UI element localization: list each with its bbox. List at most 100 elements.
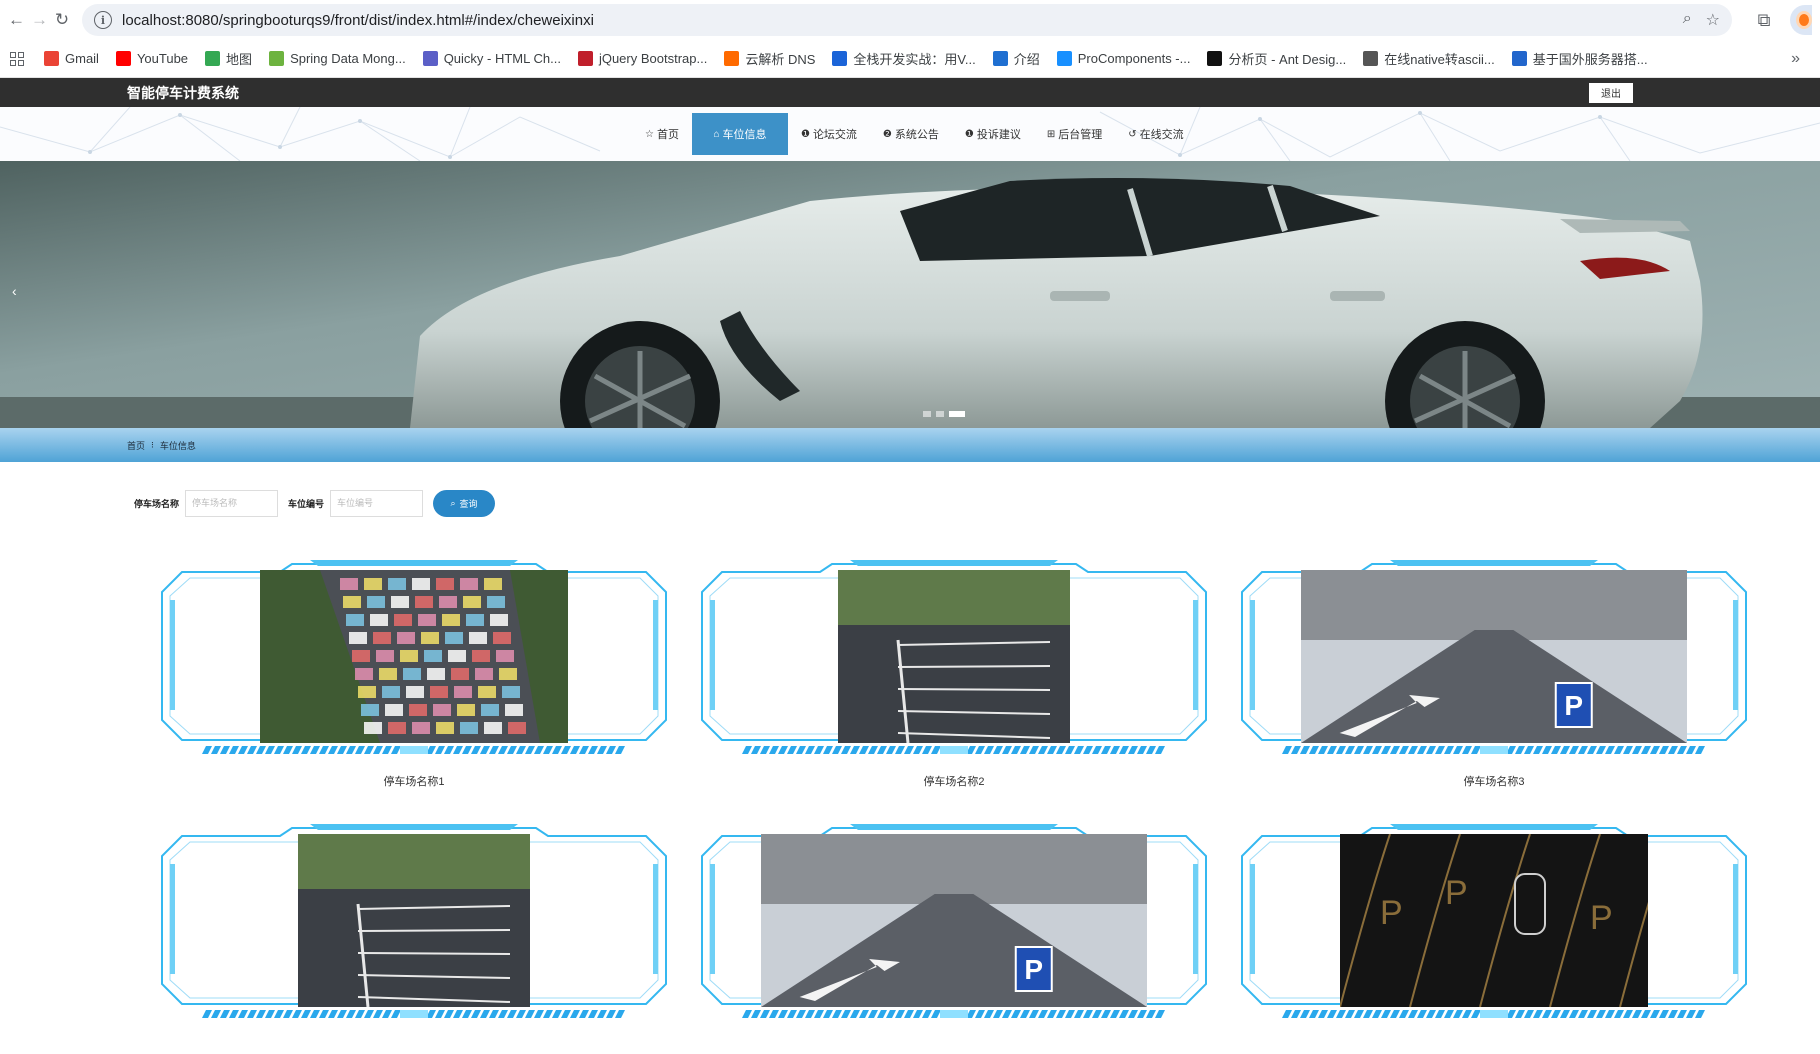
bookmark-label: 地图 [226, 52, 253, 67]
quicky-icon [422, 51, 438, 66]
apps-grid-icon[interactable] [10, 51, 24, 66]
svg-text:P: P [1590, 899, 1613, 937]
search-form: 停车场名称 车位编号 ⌕ 查询 [0, 483, 1820, 523]
street-parking-image: P [761, 834, 1147, 1007]
bookmark-label: jQuery Bootstrap... [598, 51, 708, 66]
nav-item-0[interactable]: ☆ 首页 [632, 113, 692, 155]
nav-item-5[interactable]: ⊞ 后台管理 [1034, 113, 1115, 155]
parking-photo[interactable] [260, 570, 568, 743]
bookmark-label: 云解析 DNS [745, 52, 816, 67]
bookmark-item[interactable]: 云解析 DNS [724, 49, 815, 68]
nav-icon: ↺ [1128, 128, 1137, 140]
bookmark-label: Quicky - HTML Ch... [443, 51, 561, 66]
logout-button[interactable]: 退出 [1589, 82, 1633, 103]
parking-name-caption[interactable]: 停车场名称1 [160, 773, 668, 789]
site-info-icon[interactable]: i [94, 11, 112, 29]
maps-icon [205, 51, 221, 66]
parking-card[interactable]: P 停车场名称3 [1240, 560, 1748, 790]
url-text[interactable]: localhost:8080/springbooturqs9/front/dis… [122, 12, 1683, 29]
search-button[interactable]: ⌕ 查询 [433, 489, 496, 517]
more-bookmarks-icon[interactable]: » [1791, 50, 1800, 68]
breadcrumb-home[interactable]: 首页 [127, 439, 145, 452]
nav-icon: ❶ [800, 128, 810, 140]
nav-icon: ❶ [964, 128, 974, 140]
parking-photo[interactable]: P [761, 834, 1147, 1007]
spring-icon [269, 51, 285, 66]
nav-item-1[interactable]: ⌂ 车位信息 [691, 113, 788, 155]
nav-icon: ⊞ [1046, 128, 1056, 140]
asphalt-parking-lot-image [838, 570, 1070, 743]
nav-label: 后台管理 [1058, 129, 1103, 141]
nav-item-6[interactable]: ↺ 在线交流 [1115, 113, 1196, 155]
bookmark-item[interactable]: jQuery Bootstrap... [577, 51, 708, 66]
bookmark-item[interactable]: 基于国外服务器搭... [1511, 49, 1648, 68]
bookmark-label: 基于国外服务器搭... [1532, 52, 1648, 67]
browser-toolbar: ← → ↻ i localhost:8080/springbooturqs9/f… [0, 0, 1820, 40]
parking-card[interactable]: PPP [1240, 824, 1748, 1054]
parking-photo[interactable] [838, 570, 1070, 743]
bookmark-label: 在线native转ascii... [1384, 52, 1495, 67]
car-banner-image [0, 161, 1820, 428]
site-topbar: 智能停车计费系统 退出 [0, 78, 1820, 107]
parking-card[interactable]: P [700, 824, 1208, 1054]
bookmark-item[interactable]: 介绍 [992, 49, 1040, 68]
parking-name-caption[interactable]: 停车场名称3 [1240, 773, 1748, 789]
parking-card[interactable]: 停车场名称2 [700, 560, 1208, 790]
search-button-label: 查询 [459, 498, 478, 509]
nav-label: 论坛交流 [812, 129, 857, 141]
site-title: 智能停车计费系统 [127, 84, 239, 101]
carousel-dot-active[interactable] [949, 411, 965, 417]
youtube-icon [115, 51, 131, 66]
carousel-dot[interactable] [936, 411, 944, 417]
nav-item-3[interactable]: ❷ 系统公告 [870, 113, 952, 155]
parking-photo[interactable]: P [1301, 570, 1687, 743]
parking-card[interactable]: 停车场名称1 [160, 560, 668, 790]
forward-arrow-icon[interactable]: → [31, 6, 48, 34]
back-arrow-icon[interactable]: ← [8, 6, 25, 34]
bookmark-item[interactable]: YouTube [115, 51, 189, 66]
svg-text:P: P [1024, 954, 1043, 985]
parking-photo[interactable] [298, 834, 530, 1007]
nav-item-2[interactable]: ❶ 论坛交流 [788, 113, 870, 155]
carousel-indicators [923, 411, 965, 417]
zoom-icon[interactable]: ⌕ [1683, 10, 1692, 30]
svg-text:P: P [1380, 894, 1403, 932]
carousel-dot[interactable] [923, 411, 931, 417]
parking-card[interactable] [160, 824, 668, 1054]
bookmark-star-icon[interactable]: ☆ [1706, 10, 1720, 30]
space-number-input[interactable] [330, 489, 424, 517]
breadcrumb: 首页 ⁝ 车位信息 [0, 428, 1820, 462]
nav-label: 在线交流 [1139, 129, 1184, 141]
globe-icon [992, 51, 1008, 66]
nav-icon: ☆ [645, 128, 654, 140]
parking-photo[interactable]: PPP [1340, 834, 1648, 1007]
carousel-prev-icon[interactable]: ‹ [12, 283, 17, 299]
bookmarks-bar: Gmail YouTube 地图 Spring Data Mong... Quicky … [0, 40, 1820, 78]
reload-icon[interactable]: ↻ [54, 6, 70, 34]
bookmark-item[interactable]: ProComponents -... [1056, 51, 1191, 66]
nav-item-4[interactable]: ❶ 投诉建议 [952, 113, 1034, 155]
svg-text:P: P [1445, 874, 1468, 912]
parking-name-caption[interactable]: 停车场名称2 [700, 773, 1208, 789]
bookmark-item[interactable]: 地图 [205, 49, 252, 68]
bookmark-label: ProComponents -... [1077, 51, 1191, 66]
bookmark-item[interactable]: 在线native转ascii... [1363, 49, 1495, 68]
bookmark-item[interactable]: Spring Data Mong... [269, 51, 406, 66]
profile-avatar[interactable] [1790, 5, 1812, 35]
bookmark-item[interactable]: Quicky - HTML Ch... [422, 51, 561, 66]
bookmark-item[interactable]: Gmail [44, 51, 99, 66]
night-parking-p-image: PPP [1340, 834, 1648, 1007]
procomponents-icon [1056, 51, 1072, 66]
bookmark-label: YouTube [136, 51, 189, 66]
address-bar[interactable]: i localhost:8080/springbooturqs9/front/d… [82, 4, 1732, 36]
svg-text:P: P [1564, 690, 1583, 721]
bookmark-item[interactable]: 分析页 - Ant Desig... [1207, 49, 1346, 68]
extensions-icon[interactable]: ⧉ [1756, 10, 1772, 31]
bookmark-item[interactable]: 全栈开发实战：用V... [832, 49, 976, 68]
parking-name-input[interactable] [185, 489, 279, 517]
m-icon [832, 51, 848, 66]
aliyun-icon [724, 51, 740, 66]
nav-label: 系统公告 [894, 129, 939, 141]
web-icon [1363, 51, 1379, 66]
jquery-icon [577, 51, 593, 66]
